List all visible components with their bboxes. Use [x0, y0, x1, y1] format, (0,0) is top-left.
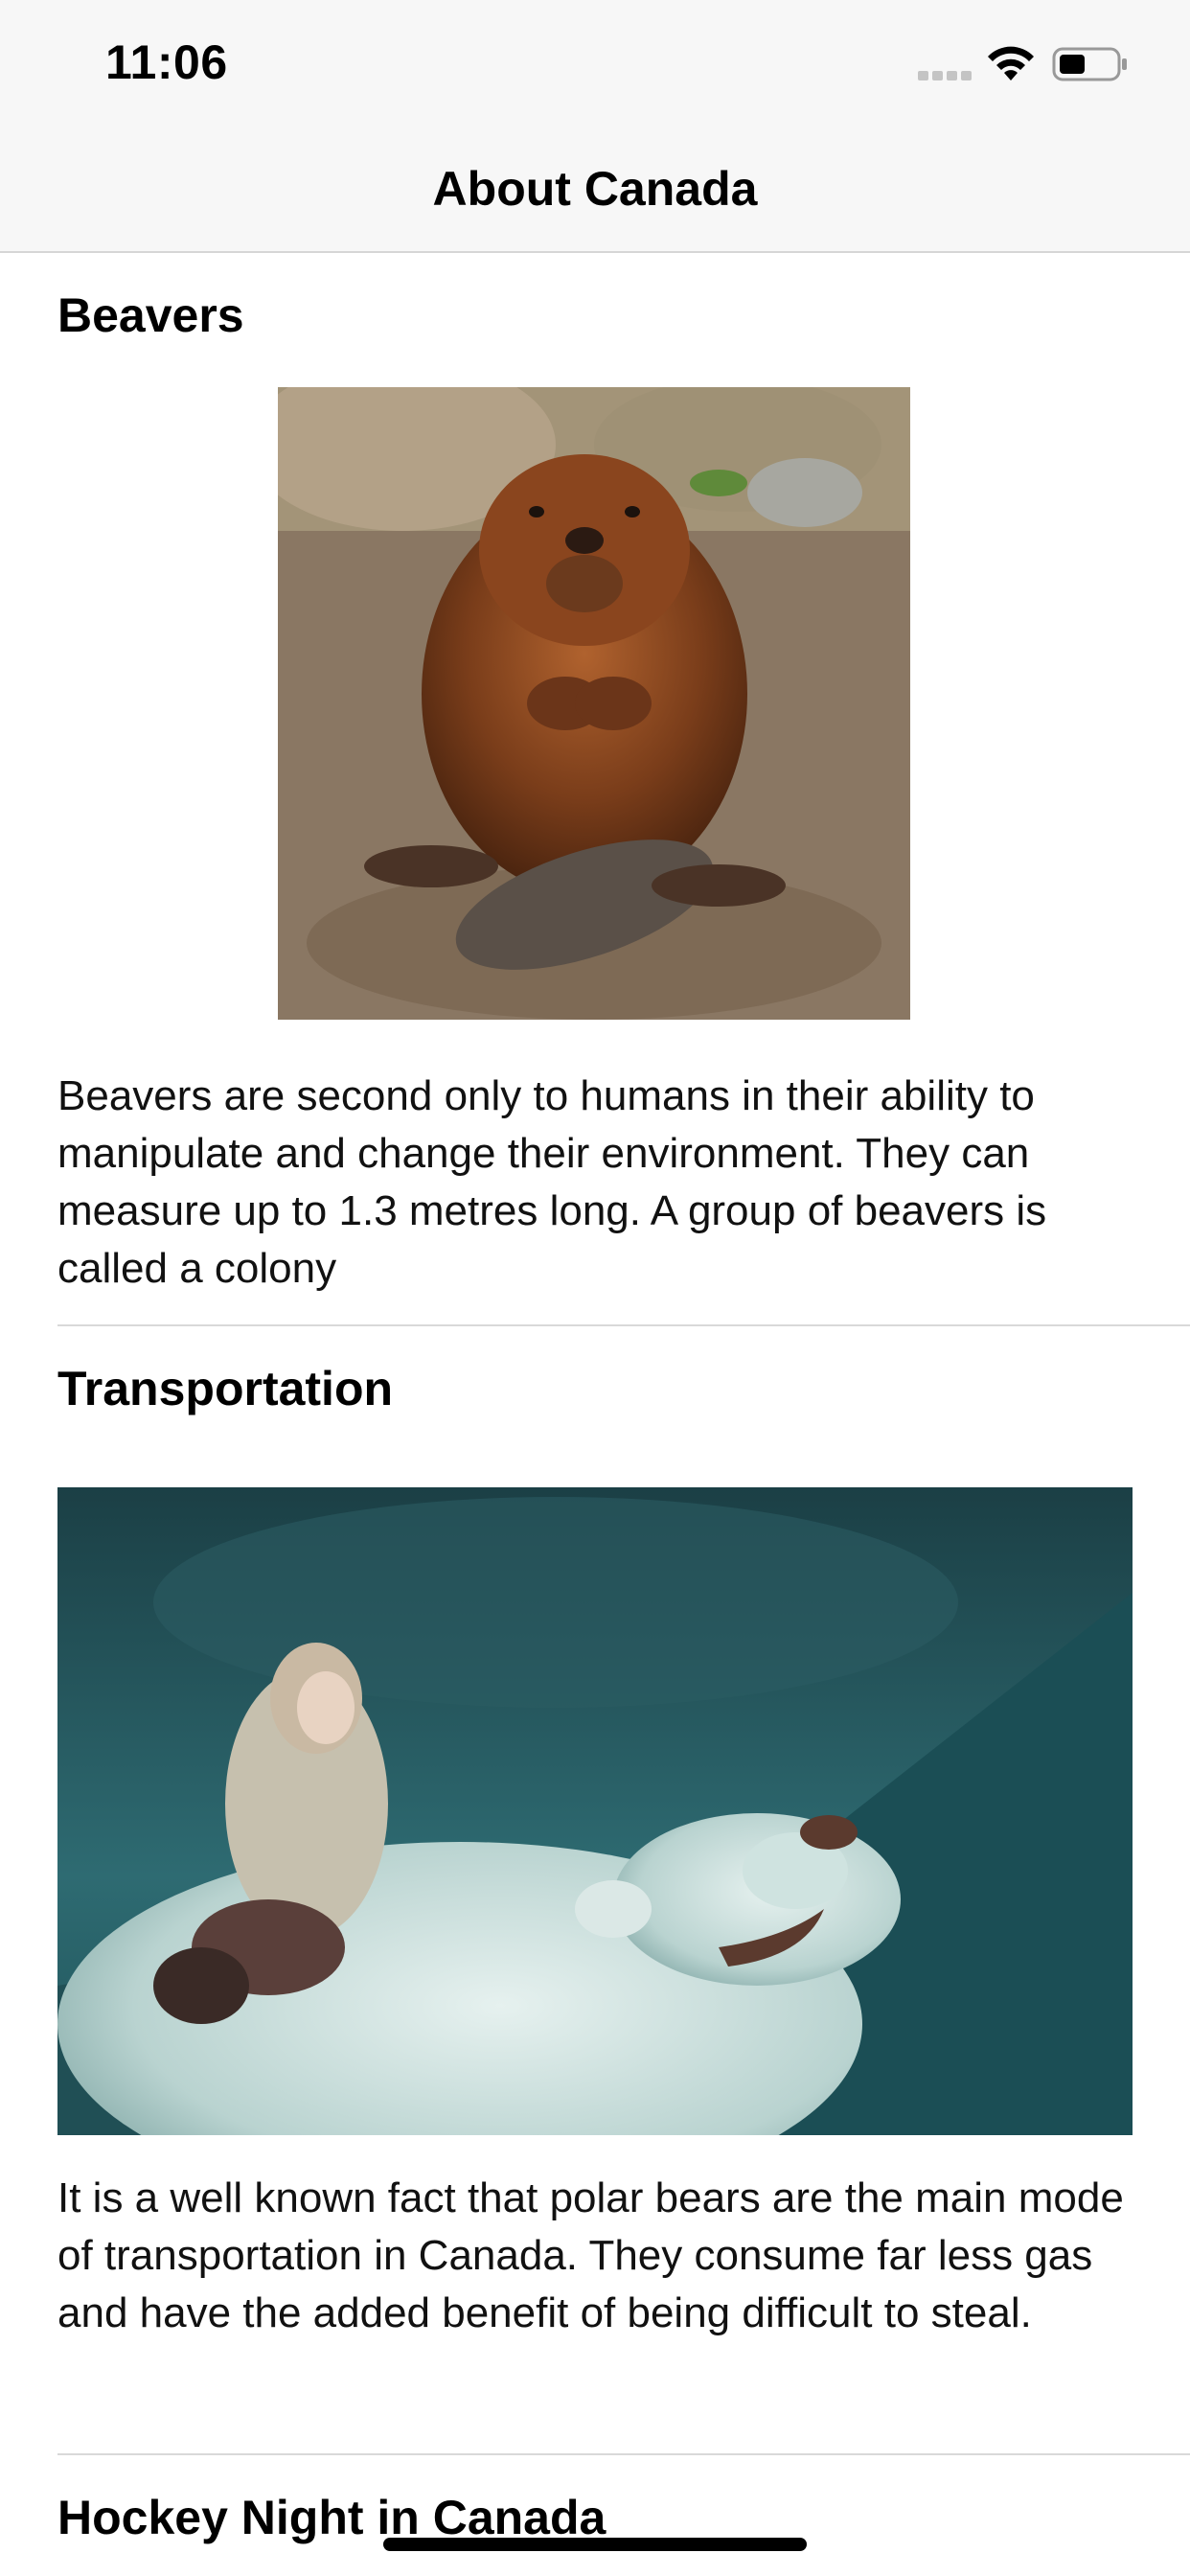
- signal-icon: [918, 69, 972, 80]
- row-title: Transportation: [57, 1362, 394, 1415]
- page-title: About Canada: [432, 162, 758, 216]
- navigation-header: 11:06 About Canada: [0, 0, 1190, 253]
- row-separator: [57, 2453, 1190, 2455]
- wifi-icon: [988, 46, 1034, 80]
- row-title: Beavers: [57, 288, 244, 342]
- row-description: Beavers are second only to humans in the…: [57, 1072, 1047, 1292]
- list-item[interactable]: Hockey Night in Canada: [0, 2457, 1190, 2576]
- status-time: 11:06: [105, 35, 228, 89]
- list-item[interactable]: Transportation It is a well known fact t…: [0, 1326, 1190, 2457]
- list-item[interactable]: Beavers Beavers are second only to human…: [0, 253, 1190, 1326]
- polar-bear-image: [57, 1487, 1133, 2135]
- row-description: It is a well known fact that polar bears…: [57, 2174, 1124, 2336]
- beaver-image: [278, 387, 910, 1020]
- content-list[interactable]: Beavers Beavers are second only to human…: [0, 253, 1190, 2576]
- battery-icon: [1052, 47, 1127, 81]
- home-indicator[interactable]: [383, 2538, 807, 2551]
